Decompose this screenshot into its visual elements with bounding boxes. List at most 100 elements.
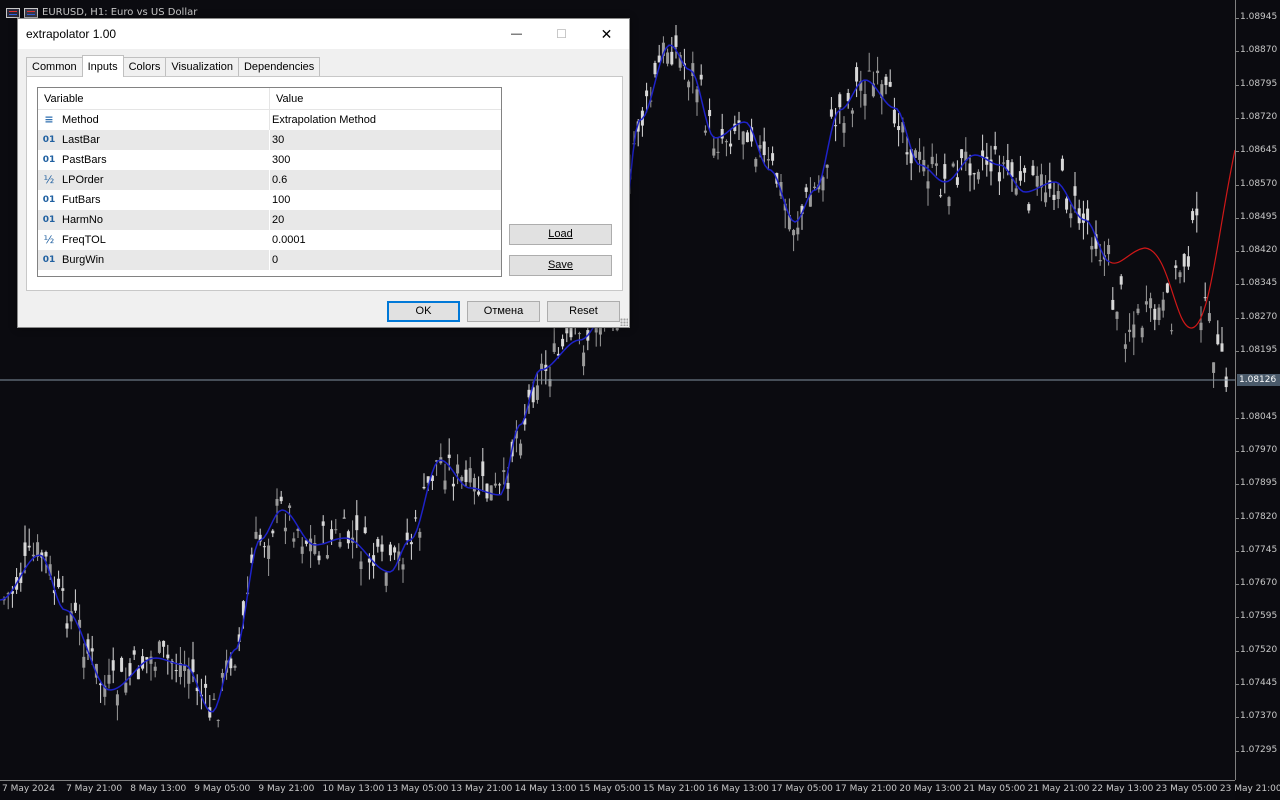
price-tick-label: 1.07745 (1240, 544, 1278, 555)
price-tick (1236, 450, 1239, 452)
price-tick (1236, 184, 1239, 186)
table-row[interactable]: ½ LPOrder 0.6 (38, 170, 501, 190)
save-button[interactable]: Save (509, 255, 612, 276)
table-row[interactable]: 01 FutBars 100 (38, 190, 501, 210)
candle-body (212, 698, 216, 700)
candle-body (355, 515, 359, 531)
candle-body (905, 152, 909, 155)
candle-body (842, 123, 846, 133)
reset-button[interactable]: Reset (547, 301, 620, 322)
value-cell[interactable]: 100 (270, 190, 501, 210)
time-tick-label: 23 May 21:00 (1219, 784, 1280, 794)
candle-body (166, 654, 170, 659)
table-row[interactable]: ½ FreqTOL 0.0001 (38, 230, 501, 250)
tab-colors[interactable]: Colors (122, 57, 167, 77)
value-cell[interactable]: 0.6 (270, 170, 501, 190)
value-cell[interactable]: Extrapolation Method (270, 110, 501, 130)
candle-body (288, 505, 292, 509)
price-axis[interactable]: 1.08126 1.08945 1.08870 1.08795 1.08720 1.08… (1235, 0, 1280, 780)
candle-body (493, 483, 497, 486)
forecast-curve-line (1109, 149, 1235, 329)
price-tick (1236, 617, 1239, 619)
time-axis[interactable]: 7 May 2024 7 May 21:00 8 May 13:00 9 May 05… (0, 780, 1280, 800)
minimize-icon: — (511, 28, 522, 40)
candle-body (670, 51, 674, 65)
tab-inputs[interactable]: Inputs (81, 55, 124, 77)
candle-body (829, 109, 833, 117)
variable-cell: ≡ Method (38, 110, 270, 130)
candle-body (951, 163, 955, 167)
time-tick-label: 17 May 05:00 (771, 784, 833, 794)
resize-grip-icon[interactable] (620, 318, 628, 326)
price-tick-label: 1.08795 (1240, 78, 1278, 89)
variable-name: LastBar (62, 134, 100, 146)
candle-body (157, 641, 161, 653)
double-type-icon: ½ (43, 233, 55, 246)
enum-type-icon: ≡ (44, 113, 54, 126)
value-cell[interactable]: 20 (270, 210, 501, 230)
table-row[interactable]: 01 BurgWin 0 (38, 250, 501, 270)
candle-body (1224, 376, 1228, 388)
candle-body (741, 131, 745, 145)
candle-body (666, 52, 670, 64)
tab-dependencies[interactable]: Dependencies (237, 57, 321, 77)
candle-body (1140, 327, 1144, 338)
candle-body (111, 660, 115, 671)
candle-body (338, 541, 342, 547)
dialog-titlebar[interactable]: extrapolator 1.00 — ☐ ✕ (18, 19, 629, 49)
dialog-title: extrapolator 1.00 (26, 27, 117, 41)
candle-body (1212, 362, 1216, 373)
chart-indicator-icon[interactable] (24, 7, 38, 18)
candle-body (695, 89, 699, 103)
tab-common[interactable]: Common (26, 57, 83, 77)
minimize-button[interactable]: — (494, 19, 539, 49)
candle-body (153, 666, 157, 671)
candle-body (1195, 208, 1199, 216)
price-tick (1236, 484, 1239, 486)
price-tick-label: 1.07895 (1240, 478, 1278, 489)
close-button[interactable]: ✕ (584, 19, 629, 49)
candle-body (384, 572, 388, 586)
header-value[interactable]: Value (270, 88, 303, 110)
candle-body (838, 94, 842, 108)
value-cell[interactable]: 0 (270, 250, 501, 270)
price-tick-label: 1.08045 (1240, 411, 1278, 422)
time-tick-label: 16 May 13:00 (707, 784, 769, 794)
candle-body (884, 76, 888, 86)
table-row[interactable]: ≡ Method Extrapolation Method (38, 110, 501, 130)
price-tick (1236, 217, 1239, 219)
chart-menu-icon[interactable] (6, 7, 20, 18)
cancel-button[interactable]: Отмена (467, 301, 540, 322)
candle-body (346, 531, 350, 544)
price-tick (1236, 117, 1239, 119)
candle-body (376, 539, 380, 547)
candle-body (594, 327, 598, 333)
header-variable[interactable]: Variable (38, 88, 270, 110)
price-tick-label: 1.08945 (1240, 12, 1278, 22)
candle-body (418, 531, 422, 538)
inputs-panel: Variable Value ≡ Method Extrapolation Meth… (26, 76, 623, 291)
value-cell[interactable]: 300 (270, 150, 501, 170)
value-cell[interactable]: 30 (270, 130, 501, 150)
ok-button[interactable]: OK (387, 301, 460, 322)
candle-body (699, 74, 703, 80)
table-row[interactable]: 01 LastBar 30 (38, 130, 501, 150)
table-row[interactable]: 01 HarmNo 20 (38, 210, 501, 230)
table-row[interactable]: 01 PastBars 300 (38, 150, 501, 170)
price-tick (1236, 417, 1239, 419)
tab-visualization[interactable]: Visualization (165, 57, 239, 77)
candle-body (960, 149, 964, 159)
chart-title: EURUSD, H1: Euro vs US Dollar (6, 7, 197, 18)
candle-body (1052, 194, 1056, 200)
candle-body (23, 542, 27, 556)
candle-body (132, 650, 136, 655)
maximize-button: ☐ (539, 19, 584, 49)
candle-body (535, 385, 539, 400)
value-cell[interactable]: 0.0001 (270, 230, 501, 250)
candle-body (468, 468, 472, 483)
variable-name: PastBars (62, 154, 107, 166)
load-button[interactable]: Load (509, 224, 612, 245)
time-tick-label: 13 May 05:00 (386, 784, 449, 794)
candle-body (997, 172, 1001, 182)
variable-name: FreqTOL (62, 234, 106, 246)
